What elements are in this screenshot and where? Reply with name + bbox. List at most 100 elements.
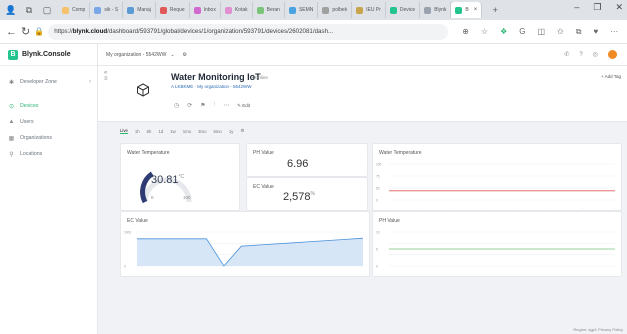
browser-tab[interactable]: Comp xyxy=(58,2,91,18)
tab-label: Reque xyxy=(169,7,185,13)
card-title: EC Value xyxy=(253,184,274,190)
split-view-icon[interactable]: ◫ xyxy=(537,27,545,37)
users-icon: ▲ xyxy=(8,119,15,125)
x-tick-label: ···· xyxy=(547,272,551,276)
chat-icon[interactable]: ✆ xyxy=(564,51,569,58)
window-controls: – ❐ ✕ xyxy=(574,2,623,13)
brand[interactable]: B Blynk.Console xyxy=(0,44,97,66)
ph-value-chart[interactable]: 10 5 0 ···· ···· ···· ···· ···· ···· ···· ···· xyxy=(373,226,623,278)
y-tick-label: 100 xyxy=(376,163,382,167)
card-title: EC Value xyxy=(127,218,148,224)
location-pin-icon: ⚲ xyxy=(9,151,14,158)
pin-icon[interactable]: ⚑ xyxy=(200,102,205,109)
time-tab[interactable]: ⚙ xyxy=(240,128,244,134)
extension-icon[interactable]: ❖ xyxy=(500,27,507,37)
browser-tab[interactable]: IEU Pr xyxy=(352,2,386,18)
minimize-icon[interactable]: – xyxy=(574,2,579,13)
close-window-icon[interactable]: ✕ xyxy=(615,2,623,13)
new-tab-icon[interactable]: + xyxy=(488,3,502,17)
more-icon[interactable]: ⋯ xyxy=(223,102,229,109)
maximize-icon[interactable]: ❐ xyxy=(593,2,601,13)
water-temperature-chart[interactable]: 100 75 50 0 ···· ···· ···· ···· ···· ···· ···· ···· xyxy=(373,158,623,212)
browser-tab[interactable]: Manaj xyxy=(123,2,156,18)
tab-favicon-icon xyxy=(455,6,463,14)
tab-favicon-icon xyxy=(389,6,397,14)
browser-tab[interactable]: polbek xyxy=(318,2,353,18)
sidebar-item-locations[interactable]: ⚲ Locations xyxy=(0,146,97,162)
sidebar-item-users[interactable]: ▲ Users xyxy=(0,114,97,130)
device-status-badge: • Online xyxy=(252,75,268,80)
sidebar-item-label: Developer Zone xyxy=(20,79,57,85)
zoom-icon[interactable]: ⊕ xyxy=(462,27,469,37)
sidebar-item-label: Locations xyxy=(20,151,43,157)
add-tag-button[interactable]: + Add Tag xyxy=(601,74,621,79)
bookmark-star-icon[interactable]: ☆ xyxy=(481,27,488,37)
lock-icon[interactable]: 🔒 xyxy=(34,27,44,36)
browser-essentials-icon[interactable]: ♥ xyxy=(593,27,598,37)
card-title: Water Temperature xyxy=(127,150,170,156)
ec-value-chart[interactable]: 1000 0 ···· ···· ···· ···· ···· ···· ···· ···· xyxy=(121,226,371,278)
time-tab[interactable]: 1d xyxy=(158,129,163,134)
settings-icon[interactable]: ⚙ xyxy=(183,52,187,58)
more-icon[interactable]: ··· xyxy=(610,27,618,37)
tab-actions-icon[interactable]: ▢ xyxy=(40,3,54,17)
brand-name: Blynk.Console xyxy=(22,51,71,58)
time-tab[interactable]: 1h xyxy=(135,129,140,134)
edit-dashboard-button[interactable]: ✎ Edit xyxy=(237,103,250,109)
y-tick-label: 10 xyxy=(376,231,380,235)
x-tick-label: ···· xyxy=(451,272,455,276)
refresh-icon[interactable]: ↻ xyxy=(21,25,30,38)
collapse-menu-icon[interactable]: «≡ xyxy=(104,70,108,82)
time-tab[interactable]: Live xyxy=(120,128,128,134)
notifications-icon[interactable]: ◎ xyxy=(593,51,598,58)
collections-icon[interactable]: ⧉ xyxy=(576,27,582,37)
y-tick-label: 0 xyxy=(376,265,378,269)
ph-value-card: PH Value 6.96 xyxy=(246,143,368,177)
workspaces-icon[interactable]: ⧉ xyxy=(22,3,36,17)
browser-tab[interactable]: Reque xyxy=(156,2,190,18)
back-icon[interactable]: ← xyxy=(6,26,17,38)
browser-tab[interactable]: B × xyxy=(451,2,483,18)
profile-icon[interactable]: 👤 xyxy=(4,3,18,17)
browser-tab[interactable]: Device xyxy=(386,2,421,18)
ph-value: 6.96 xyxy=(287,158,309,170)
help-icon[interactable]: ? xyxy=(579,52,582,58)
sidebar-item-organizations[interactable]: ▦ Organizations xyxy=(0,130,97,146)
x-tick-label: ···· xyxy=(580,206,584,210)
clock-icon[interactable]: ◷ xyxy=(174,102,179,109)
tab-favicon-icon xyxy=(127,6,135,14)
url-domain: blynk.cloud xyxy=(72,28,108,35)
sidebar-item-label: Users xyxy=(20,119,34,125)
browser-tab[interactable]: Kotak xyxy=(221,2,253,18)
time-tab[interactable]: 1y xyxy=(229,129,234,134)
organization-selector[interactable]: My organization - 5542WW xyxy=(106,52,166,58)
y-tick-label: 5 xyxy=(376,248,378,252)
gauge-max: 100 xyxy=(183,195,191,200)
browser-tab[interactable]: SEMN xyxy=(285,2,319,18)
time-tab[interactable]: 6mo xyxy=(213,129,221,134)
browser-tab[interactable]: Blynk xyxy=(420,2,452,18)
browser-tab[interactable]: sik - S xyxy=(90,2,124,18)
devices-icon: ⊙ xyxy=(8,103,15,110)
close-tab-icon[interactable]: × xyxy=(474,7,478,13)
tab-favicon-icon xyxy=(288,6,296,14)
tab-label: Comp xyxy=(72,7,86,13)
url-field[interactable]: https://blynk.cloud/dashboard/593791/glo… xyxy=(48,23,449,40)
time-tab[interactable]: 3mo xyxy=(198,129,206,134)
browser-tab[interactable]: Beran xyxy=(253,2,285,18)
x-tick-label: ···· xyxy=(612,206,616,210)
device-meta[interactable]: A LKBKME · My organization - 5542WW xyxy=(171,84,252,89)
time-tab[interactable]: 1mo xyxy=(183,129,191,134)
tab-label: IEU Pr xyxy=(366,7,381,13)
sidebar-item-developer-zone[interactable]: ✱ Developer Zone › xyxy=(0,74,97,90)
chart-icon[interactable]: ⫶ xyxy=(214,102,216,109)
time-range-tabs: Live 1h 6h 1d 1w 1mo 3mo 6mo 1y ⚙ xyxy=(98,122,627,140)
favorites-icon[interactable]: ✩ xyxy=(557,27,564,37)
avatar[interactable] xyxy=(608,50,617,59)
browser-tab[interactable]: Inbox xyxy=(190,2,221,18)
sidebar-item-devices[interactable]: ⊙ Devices xyxy=(0,98,97,114)
time-tab[interactable]: 1w xyxy=(170,129,176,134)
time-tab[interactable]: 6h xyxy=(147,129,152,134)
grammar-icon[interactable]: G xyxy=(519,27,525,37)
sync-icon[interactable]: ⟳ xyxy=(187,102,192,109)
